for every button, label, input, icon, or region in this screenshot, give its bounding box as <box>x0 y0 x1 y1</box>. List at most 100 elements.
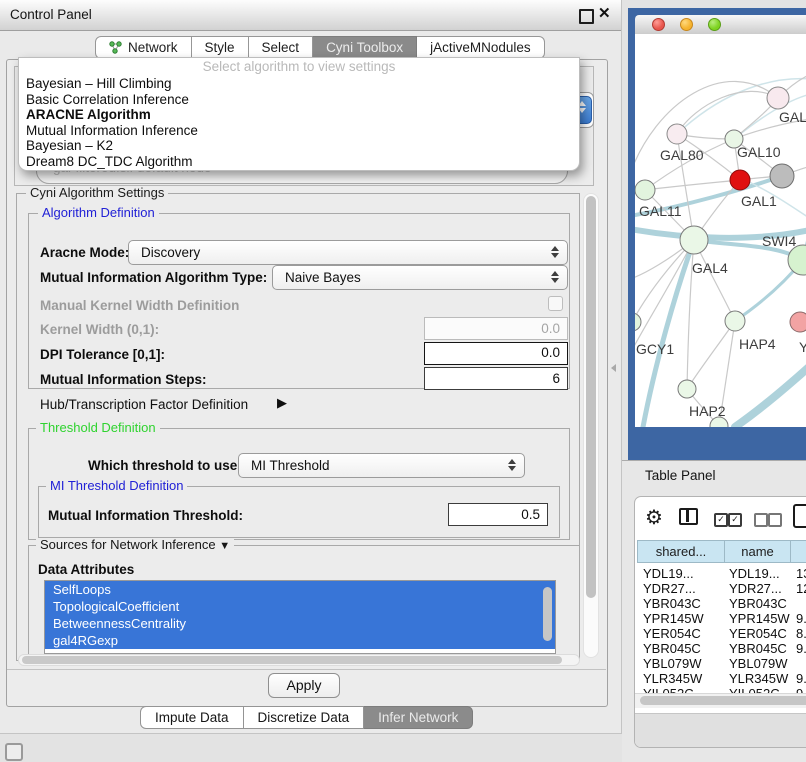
node-gal80[interactable] <box>667 124 687 144</box>
mi-threshold-value: 0.5 <box>521 507 540 522</box>
node-gray[interactable] <box>770 164 794 188</box>
collapse-down-icon[interactable]: ▼ <box>219 540 230 552</box>
select-all-icon[interactable]: ✓ <box>714 513 728 527</box>
cell[interactable]: YBL079W <box>643 656 702 671</box>
cell[interactable]: YDR27... <box>643 581 696 596</box>
select-all-icon-2[interactable]: ✓ <box>728 513 742 527</box>
cell[interactable]: YLR345W <box>729 671 788 686</box>
cell[interactable]: 9. <box>796 641 806 656</box>
settings-hscrollbar[interactable] <box>18 654 580 666</box>
cell[interactable]: YBR043C <box>729 596 787 611</box>
node-hap2[interactable] <box>678 380 696 398</box>
close-panel-icon[interactable]: ✕ <box>598 4 611 22</box>
aracne-mode-combobox[interactable]: Discovery <box>128 240 568 265</box>
cell[interactable]: YDL19... <box>643 566 694 581</box>
app-root: Control Panel ✕ Network S <box>0 0 806 762</box>
node-salmon[interactable] <box>790 312 806 332</box>
cell[interactable]: 9. <box>796 611 806 626</box>
settings-vscrollbar-thumb[interactable] <box>586 196 596 598</box>
list-scrollbar-thumb[interactable] <box>543 587 552 641</box>
cell[interactable]: YPR145W <box>729 611 790 626</box>
cell[interactable]: YDR27... <box>729 581 782 596</box>
tab-label: Style <box>205 37 235 58</box>
cell[interactable]: YPR145W <box>643 611 704 626</box>
cyni-algorithm-settings-title: Cyni Algorithm Settings <box>26 186 168 200</box>
cell[interactable]: YBR043C <box>643 596 701 611</box>
node-hap4[interactable] <box>725 311 745 331</box>
node-gcy1[interactable] <box>635 313 641 331</box>
expand-right-icon[interactable]: ▶ <box>277 395 287 411</box>
tab-style[interactable]: Style <box>192 36 249 59</box>
dropdown-option-basic-correlation[interactable]: Basic Correlation Inference <box>19 92 579 108</box>
which-threshold-combobox[interactable]: MI Threshold <box>238 453 525 478</box>
network-canvas[interactable]: GAL GAL80 GAL10 GAL1 GAL11 SWI4 GAL4 GCY… <box>635 34 806 427</box>
node-gal1-red[interactable] <box>730 170 750 190</box>
zoom-window-icon[interactable] <box>708 18 721 31</box>
columns-icon[interactable] <box>679 508 698 525</box>
sources-group-title: Sources for Network Inference ▼ <box>36 538 234 553</box>
node-swi4[interactable] <box>788 245 806 275</box>
dropdown-option-aracne[interactable]: ARACNE Algorithm <box>19 107 579 123</box>
settings-hscrollbar-thumb[interactable] <box>22 656 562 664</box>
cell[interactable]: YBR045C <box>643 641 701 656</box>
close-window-icon[interactable] <box>652 18 665 31</box>
cell[interactable]: YBR045C <box>729 641 787 656</box>
settings-vscrollbar[interactable] <box>583 193 599 658</box>
column-header-label: shared... <box>656 544 707 559</box>
node-gal11[interactable] <box>635 180 655 200</box>
mi-algorithm-type-combobox[interactable]: Naive Bayes <box>272 265 568 290</box>
tab-select[interactable]: Select <box>249 36 314 59</box>
cell[interactable]: YER054C <box>643 626 701 641</box>
tab-infer-network[interactable]: Infer Network <box>364 706 473 729</box>
column-header-name[interactable]: name <box>724 540 791 563</box>
float-panel-icon[interactable] <box>579 9 594 24</box>
minimize-window-icon[interactable] <box>680 18 693 31</box>
dropdown-option-mutual-information[interactable]: Mutual Information Inference <box>19 123 579 139</box>
mi-threshold-field[interactable]: 0.5 <box>448 503 548 526</box>
tab-label: Network <box>128 37 178 58</box>
list-item[interactable]: BetweennessCentrality <box>45 615 555 632</box>
cell[interactable]: 9. <box>796 671 806 686</box>
restore-panel-icon[interactable] <box>5 743 23 761</box>
table-hscrollbar-thumb[interactable] <box>640 696 806 705</box>
node-gal4[interactable] <box>680 226 708 254</box>
panel-divider-arrow[interactable] <box>611 364 616 372</box>
kernel-width-label: Kernel Width (0,1): <box>40 322 159 338</box>
column-header-shared-name[interactable]: shared... <box>637 540 725 563</box>
tab-jactivemnodules[interactable]: jActiveMNodules <box>417 36 545 59</box>
deselect-all-icon-2[interactable] <box>768 513 782 527</box>
node-label: GAL10 <box>737 144 781 160</box>
tab-label: Discretize Data <box>258 710 350 725</box>
dropdown-option-dream8[interactable]: Dream8 DC_TDC Algorithm <box>19 154 579 170</box>
cell[interactable]: 12 <box>796 581 806 596</box>
cell[interactable]: YLR345W <box>643 671 702 686</box>
cell[interactable]: YDL19... <box>729 566 780 581</box>
tab-cyni-toolbox[interactable]: Cyni Toolbox <box>313 36 417 59</box>
dpi-tolerance-field[interactable]: 0.0 <box>424 342 568 365</box>
cell[interactable]: YER054C <box>729 626 787 641</box>
list-item[interactable]: gal4RGexp <box>45 632 555 649</box>
network-window-titlebar[interactable] <box>635 15 806 35</box>
tab-discretize-data[interactable]: Discretize Data <box>244 706 365 729</box>
dropdown-option-bayesian-hill-climbing[interactable]: Bayesian – Hill Climbing <box>19 76 579 92</box>
list-item[interactable]: TopologicalCoefficient <box>45 598 555 615</box>
hub-definition-label: Hub/Transcription Factor Definition <box>40 397 248 412</box>
mi-steps-field[interactable]: 6 <box>424 367 568 390</box>
data-attributes-list[interactable]: SelfLoops TopologicalCoefficient Between… <box>44 580 556 654</box>
node-pink[interactable] <box>767 87 789 109</box>
deselect-all-icon[interactable] <box>754 513 768 527</box>
cell[interactable]: YBL079W <box>729 656 788 671</box>
column-header-cut[interactable] <box>790 540 806 563</box>
table-hscrollbar[interactable] <box>635 693 806 708</box>
dropdown-option-bayesian-k2[interactable]: Bayesian – K2 <box>19 138 579 154</box>
tab-impute-data[interactable]: Impute Data <box>140 706 244 729</box>
list-item[interactable]: SelfLoops <box>45 581 555 598</box>
apply-button[interactable]: Apply <box>268 673 340 698</box>
cell[interactable]: 8. <box>796 626 806 641</box>
network-tab-icon <box>109 41 122 54</box>
manual-kernel-width-checkbox[interactable] <box>548 296 563 311</box>
tab-network[interactable]: Network <box>95 36 192 59</box>
cell[interactable]: 13 <box>796 566 806 581</box>
table-function-icon[interactable] <box>793 504 806 528</box>
gear-icon[interactable]: ⚙ <box>645 505 663 530</box>
